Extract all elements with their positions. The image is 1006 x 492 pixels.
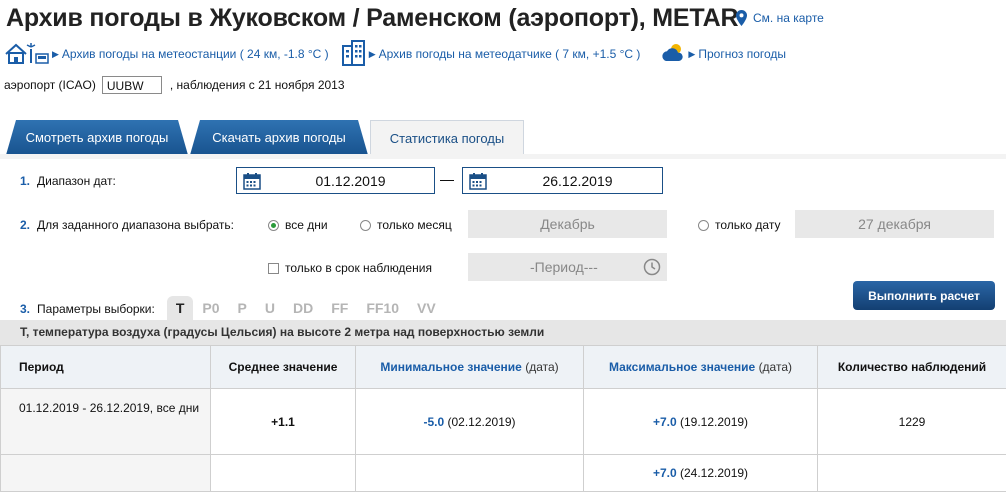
- sensor-archive-label: Архив погоды на метеодатчике: [379, 47, 552, 61]
- weather-station-icon: [4, 41, 50, 68]
- cell-count: [818, 455, 1006, 492]
- station-archive-detail: ( 24 км, -1.8 °C ): [240, 47, 329, 61]
- forecast-label: Прогноз погоды: [698, 47, 786, 61]
- param-tab-t[interactable]: T: [167, 296, 194, 321]
- header-minimum[interactable]: Минимальное значение (дата): [356, 346, 584, 389]
- table-row: +7.0 (24.12.2019): [1, 455, 1006, 492]
- building-icon: [341, 40, 367, 69]
- map-link[interactable]: См. на карте: [736, 10, 824, 26]
- date-select[interactable]: 27 декабря: [795, 210, 994, 238]
- icao-input[interactable]: UUBW: [102, 76, 162, 94]
- station-archive-link[interactable]: ▶ Архив погоды на метеостанции ( 24 км, …: [4, 41, 329, 68]
- icao-label: аэропорт (ICAO): [4, 78, 96, 92]
- param-tab-ff10[interactable]: FF10: [357, 296, 408, 321]
- param-tab-dd[interactable]: DD: [284, 296, 322, 321]
- observation-time-checkbox[interactable]: только в срок наблюдения: [268, 261, 432, 275]
- header-maximum[interactable]: Максимальное значение (дата): [584, 346, 818, 389]
- related-links-row: ▶ Архив погоды на метеостанции ( 24 км, …: [4, 40, 786, 68]
- param-tab-ff[interactable]: FF: [322, 296, 357, 321]
- map-link-label: См. на карте: [753, 11, 824, 25]
- radio-icon: [360, 220, 371, 231]
- cell-period: [1, 455, 211, 492]
- date-from-input[interactable]: 01.12.2019: [236, 167, 435, 194]
- calendar-icon[interactable]: [463, 172, 493, 190]
- cloud-sun-icon: [660, 42, 686, 67]
- arrow-right-icon: ▶: [52, 49, 59, 60]
- radio-all-days[interactable]: все дни: [268, 218, 328, 232]
- date-to-value: 26.12.2019: [493, 173, 662, 189]
- map-pin-icon: [736, 10, 747, 26]
- cell-maximum: +7.0 (19.12.2019): [584, 389, 818, 455]
- date-from-value: 01.12.2019: [267, 173, 434, 189]
- cell-count: 1229: [818, 389, 1006, 455]
- radio-icon: [698, 220, 709, 231]
- cell-minimum: -5.0 (02.12.2019): [356, 389, 584, 455]
- station-archive-label: Архив погоды на метеостанции: [62, 47, 236, 61]
- arrow-right-icon: ▶: [688, 49, 695, 60]
- tab-statistics[interactable]: Статистика погоды: [370, 120, 524, 155]
- period-select[interactable]: -Период---: [468, 253, 667, 281]
- cell-minimum: [356, 455, 584, 492]
- cell-average: [211, 455, 356, 492]
- checkbox-icon: [268, 263, 279, 274]
- forecast-link[interactable]: ▶ Прогноз погоды: [660, 42, 786, 67]
- header-period: Период: [1, 346, 211, 389]
- param-tab-u[interactable]: U: [256, 296, 284, 321]
- radio-selected-icon: [268, 220, 279, 231]
- table-header-row: Период Среднее значение Минимальное знач…: [1, 346, 1006, 389]
- month-select[interactable]: Декабрь: [468, 210, 667, 238]
- tab-view-archive[interactable]: Смотреть архив погоды: [6, 120, 188, 155]
- cell-maximum: +7.0 (24.12.2019): [584, 455, 818, 492]
- period-value: -Период---: [530, 259, 598, 275]
- cell-average: +1.1: [211, 389, 356, 455]
- date-range-dash: [440, 180, 454, 181]
- sensor-archive-link[interactable]: ▶ Архив погоды на метеодатчике ( 7 км, +…: [341, 40, 641, 69]
- tab-underline: [0, 154, 1006, 159]
- sensor-archive-detail: ( 7 км, +1.5 °C ): [555, 47, 640, 61]
- param-tab-p0[interactable]: P0: [193, 296, 228, 321]
- radio-only-date[interactable]: только дату: [698, 218, 780, 232]
- step2-label: 2.Для заданного диапазона выбрать:: [20, 218, 234, 232]
- table-row: 01.12.2019 - 26.12.2019, все дни +1.1 -5…: [1, 389, 1006, 455]
- param-tab-vv[interactable]: VV: [408, 296, 445, 321]
- header-average: Среднее значение: [211, 346, 356, 389]
- page-title: Архив погоды в Жуковском / Раменском (аэ…: [6, 4, 738, 33]
- param-tab-p[interactable]: P: [229, 296, 256, 321]
- step1-label: 1.Диапазон дат:: [20, 174, 116, 188]
- icao-row: аэропорт (ICAO) UUBW , наблюдения с 21 н…: [4, 76, 345, 94]
- header-count: Количество наблюдений: [818, 346, 1006, 389]
- arrow-right-icon: ▶: [369, 49, 376, 60]
- radio-only-month[interactable]: только месяц: [360, 218, 452, 232]
- run-calculation-button[interactable]: Выполнить расчет: [853, 281, 995, 310]
- clock-icon: [643, 258, 661, 279]
- parameter-description: T, температура воздуха (градусы Цельсия)…: [0, 320, 1006, 345]
- params-row: 3.Параметры выборки: T P0 P U DD FF FF10…: [20, 296, 445, 321]
- calendar-icon[interactable]: [237, 172, 267, 190]
- date-to-input[interactable]: 26.12.2019: [462, 167, 663, 194]
- cell-period: 01.12.2019 - 26.12.2019, все дни: [1, 389, 211, 455]
- observations-since: , наблюдения с 21 ноября 2013: [170, 78, 345, 92]
- step3-label: 3.Параметры выборки:: [20, 302, 155, 316]
- tab-download-archive[interactable]: Скачать архив погоды: [190, 120, 368, 155]
- results-table: Период Среднее значение Минимальное знач…: [0, 345, 1006, 492]
